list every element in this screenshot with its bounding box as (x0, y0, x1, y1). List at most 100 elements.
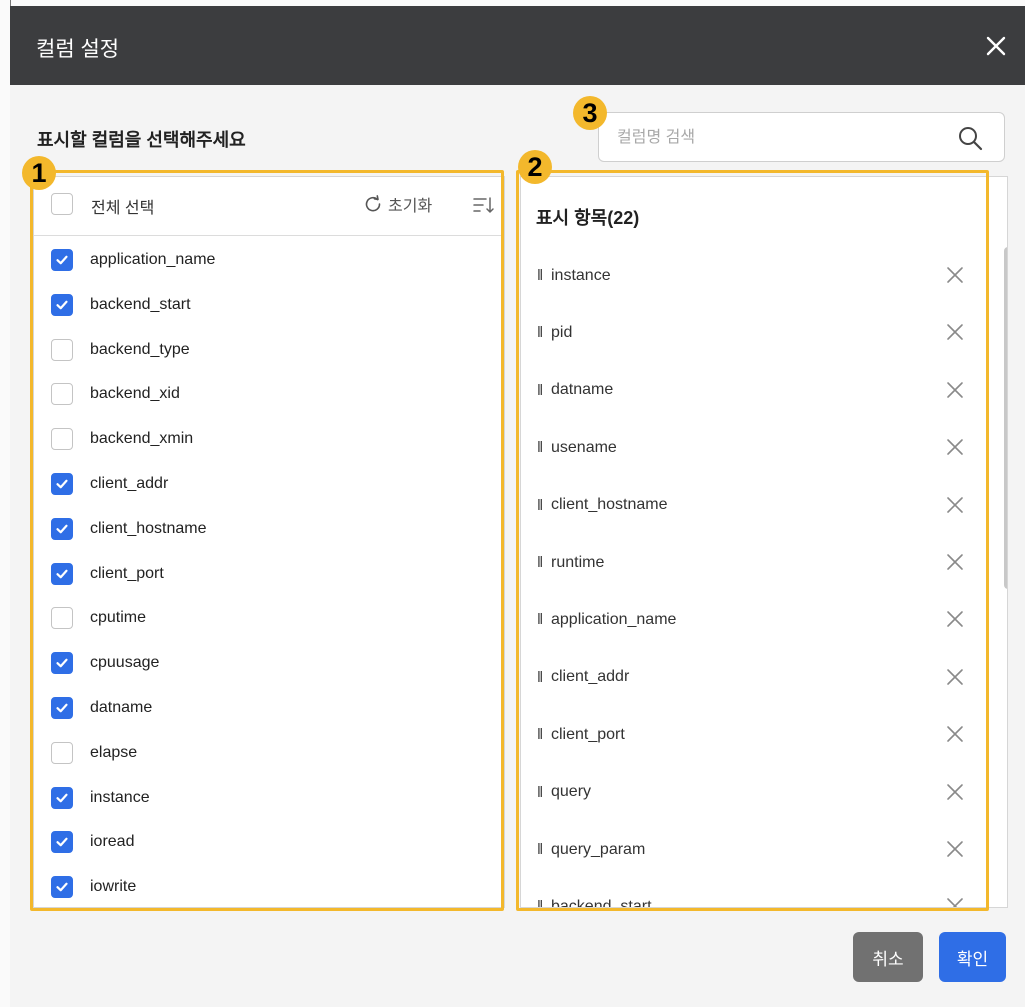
column-option-item[interactable]: cpuusage (34, 641, 494, 685)
remove-icon (947, 381, 963, 398)
column-checkbox[interactable] (51, 338, 73, 361)
displayed-column-label: runtime (551, 553, 605, 571)
column-checkbox[interactable] (51, 293, 73, 316)
column-option-label: backend_xid (90, 385, 180, 403)
drag-handle-icon[interactable]: ‖ (537, 669, 551, 686)
remove-column-button[interactable] (945, 667, 965, 687)
displayed-column-item[interactable]: ‖ runtime (521, 534, 991, 591)
drag-handle-icon[interactable]: ‖ (537, 382, 551, 399)
column-option-item[interactable]: backend_xid (34, 372, 494, 416)
column-option-label: client_addr (90, 475, 169, 492)
remove-icon (947, 783, 963, 800)
column-checkbox[interactable] (51, 652, 73, 675)
check-icon (56, 479, 68, 489)
column-checkbox[interactable] (51, 428, 73, 451)
cancel-button[interactable]: 취소 (853, 932, 923, 982)
remove-icon (947, 668, 963, 685)
displayed-column-item[interactable]: ‖ datname (521, 362, 991, 419)
column-option-label: cputime (90, 609, 147, 627)
column-option-item[interactable]: backend_xmin (34, 417, 494, 461)
drag-handle-icon[interactable]: ‖ (537, 726, 551, 743)
column-option-item[interactable]: ioread (34, 820, 494, 864)
displayed-column-item[interactable]: ‖ backend_start (521, 878, 991, 907)
displayed-column-label: client_addr (551, 668, 630, 686)
displayed-column-item[interactable]: ‖ instance (521, 247, 991, 304)
column-option-item[interactable]: backend_type (34, 328, 494, 372)
dialog-title: 컬럼 설정 (36, 38, 120, 61)
column-search-box (598, 112, 1005, 162)
remove-column-button[interactable] (945, 265, 965, 285)
remove-column-button[interactable] (945, 495, 965, 515)
sort-icon[interactable] (471, 193, 495, 217)
remove-column-button[interactable] (945, 724, 965, 744)
remove-column-button[interactable] (945, 609, 965, 629)
column-checkbox[interactable] (51, 786, 73, 809)
column-option-item[interactable]: datname (34, 686, 494, 730)
displayed-column-item[interactable]: ‖ query (521, 764, 991, 821)
column-option-item[interactable]: elapse (34, 731, 494, 775)
column-checkbox[interactable] (51, 741, 73, 764)
drag-handle-icon[interactable]: ‖ (537, 554, 551, 571)
remove-icon (947, 726, 963, 742)
remove-column-button[interactable] (945, 782, 965, 802)
remove-icon (947, 439, 963, 455)
select-all-checkbox[interactable] (51, 193, 73, 215)
reset-button[interactable]: 초기화 (364, 192, 432, 216)
search-icon[interactable] (957, 125, 983, 151)
column-option-item[interactable]: backend_start (34, 283, 494, 327)
column-checkbox[interactable] (51, 517, 73, 540)
displayed-column-item[interactable]: ‖ client_port (521, 706, 991, 763)
drag-handle-icon[interactable]: ‖ (537, 611, 551, 628)
remove-column-button[interactable] (945, 380, 965, 400)
remove-column-button[interactable] (945, 896, 965, 907)
displayed-column-item[interactable]: ‖ query_param (521, 821, 991, 878)
remove-column-button[interactable] (945, 552, 965, 572)
dialog-header: 컬럼 설정 (10, 6, 1025, 85)
check-icon (56, 793, 68, 802)
dialog-subtitle: 표시할 컬럼을 선택해주세요 (37, 130, 246, 150)
displayed-column-label: client_hostname (551, 496, 668, 514)
column-checkbox[interactable] (51, 562, 73, 585)
displayed-column-item[interactable]: ‖ pid (521, 304, 991, 361)
displayed-column-item[interactable]: ‖ client_hostname (521, 477, 991, 534)
column-option-item[interactable]: iowrite (34, 865, 494, 907)
column-option-item[interactable]: client_addr (34, 462, 494, 506)
drag-handle-icon[interactable]: ‖ (537, 784, 551, 801)
check-icon (56, 882, 68, 892)
reset-label: 초기화 (388, 198, 433, 215)
remove-icon (947, 496, 963, 513)
column-checkbox[interactable] (51, 876, 73, 899)
column-option-item[interactable]: client_hostname (34, 507, 494, 551)
column-option-item[interactable]: application_name (34, 238, 494, 282)
column-checkbox[interactable] (51, 249, 73, 271)
drag-handle-icon[interactable]: ‖ (537, 841, 551, 858)
column-checkbox[interactable] (51, 697, 73, 719)
displayed-column-label: instance (551, 266, 611, 284)
column-search-input[interactable] (615, 125, 949, 151)
drag-handle-icon[interactable]: ‖ (537, 324, 551, 341)
remove-column-button[interactable] (945, 437, 965, 457)
drag-handle-icon[interactable]: ‖ (537, 267, 551, 284)
column-checkbox[interactable] (51, 607, 73, 630)
right-scrollbar-thumb[interactable] (1004, 247, 1007, 589)
remove-column-button[interactable] (945, 839, 965, 859)
column-checkbox[interactable] (51, 473, 73, 495)
column-option-item[interactable]: client_port (34, 552, 494, 596)
drag-handle-icon[interactable]: ‖ (537, 497, 551, 514)
check-icon (56, 255, 68, 265)
column-option-item[interactable]: instance (34, 776, 494, 820)
close-button[interactable] (983, 33, 1009, 59)
column-option-label: client_port (90, 564, 164, 582)
column-checkbox[interactable] (51, 383, 73, 406)
remove-column-button[interactable] (945, 322, 965, 342)
displayed-column-item[interactable]: ‖ usename (521, 419, 991, 476)
drag-handle-icon[interactable]: ‖ (537, 439, 551, 456)
column-option-label: cpuusage (90, 654, 160, 672)
displayed-column-item[interactable]: ‖ application_name (521, 591, 991, 648)
column-checkbox[interactable] (51, 831, 73, 854)
drag-handle-icon[interactable]: ‖ (537, 898, 551, 907)
column-option-label: elapse (90, 743, 138, 761)
confirm-button[interactable]: 확인 (939, 932, 1006, 982)
displayed-column-item[interactable]: ‖ client_addr (521, 649, 991, 706)
column-option-item[interactable]: cputime (34, 596, 494, 640)
